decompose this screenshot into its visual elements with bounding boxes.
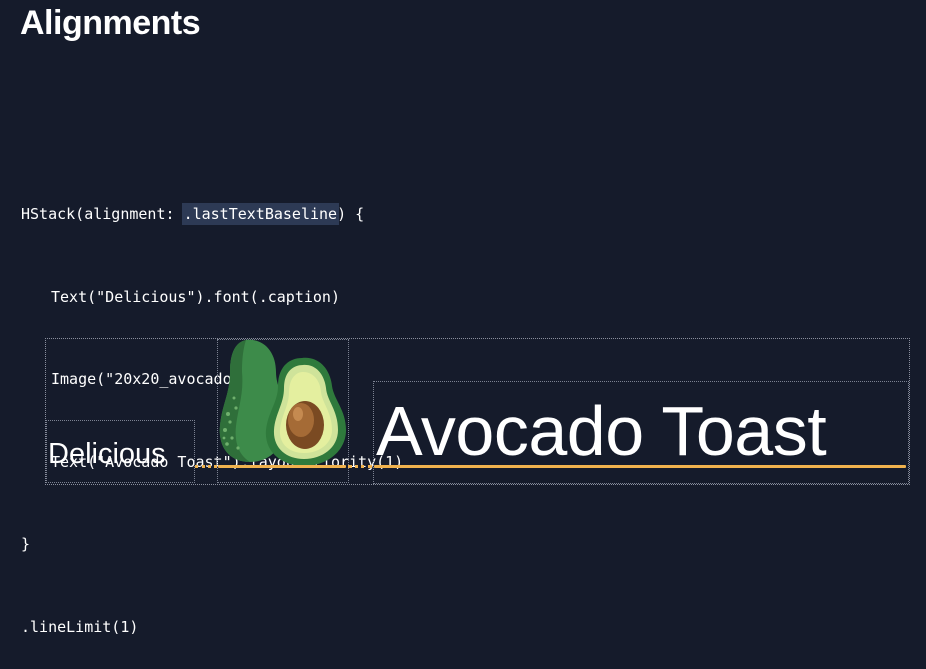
caption-text: Delicious <box>48 438 166 470</box>
code-line: Text("Delicious").font(.caption) <box>21 284 403 312</box>
code-text: Text("Delicious").font(.caption) <box>51 287 340 306</box>
avocado-icon <box>219 339 346 466</box>
code-text: } <box>21 535 31 553</box>
code-line: HStack(alignment: .lastTextBaseline) { <box>21 201 403 229</box>
code-line: } <box>21 531 403 559</box>
code-line: .lineLimit(1) <box>21 614 403 642</box>
code-highlight: .lastTextBaseline <box>181 203 340 225</box>
code-text: HStack(alignment: <box>21 205 184 223</box>
baseline-guide <box>348 465 372 468</box>
baseline-guide <box>374 465 906 468</box>
main-text: Avocado Toast <box>376 392 827 470</box>
baseline-guide <box>218 465 346 468</box>
code-text: .lineLimit(1) <box>21 617 139 636</box>
page-title: Alignments <box>20 4 201 42</box>
baseline-guide <box>195 465 217 468</box>
code-text: ) { <box>337 205 365 223</box>
